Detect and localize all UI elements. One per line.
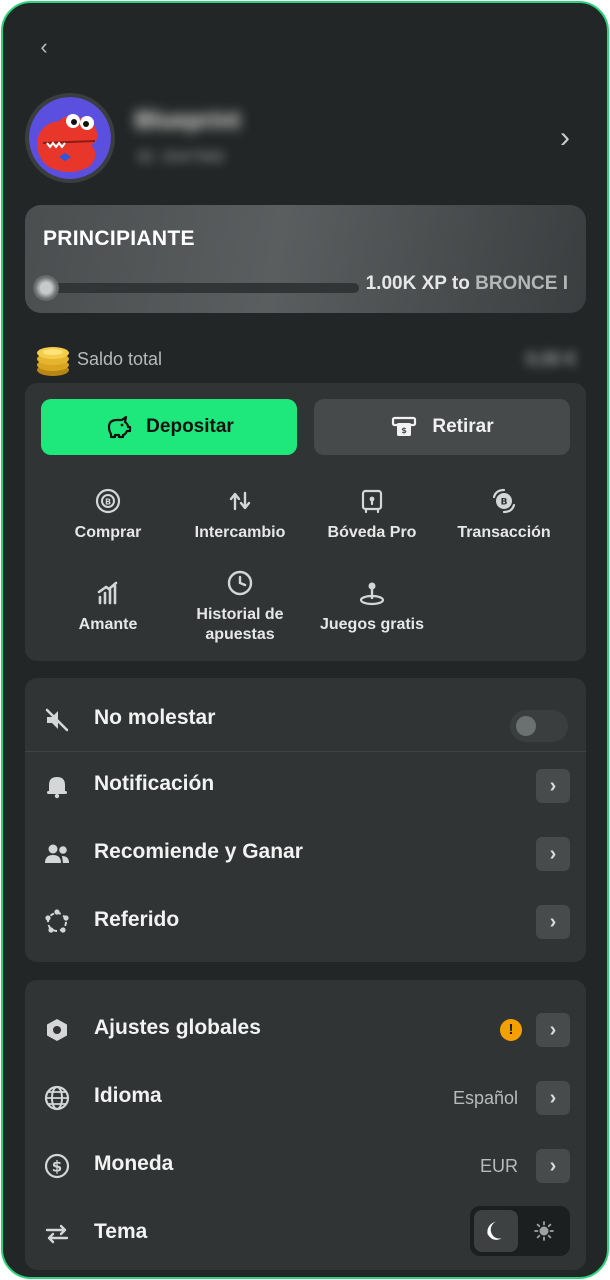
do-not-disturb-toggle[interactable] (510, 710, 568, 742)
moon-icon (487, 1221, 502, 1240)
settings-group-notifications: No molestar Notificación › Recomiende y … (25, 678, 586, 962)
swap-arrows-icon (229, 491, 251, 511)
hexagon-settings-icon (47, 1019, 67, 1041)
row-label: Recomiende y Ganar (94, 840, 303, 863)
balance-row: Saldo total 0,00 € (35, 341, 580, 379)
row-currency[interactable]: $ Moneda EUR › (25, 1132, 586, 1200)
sun-icon (534, 1221, 554, 1241)
row-label: Tema (94, 1220, 148, 1243)
globe-icon (44, 1085, 70, 1111)
swap-horizontal-icon (45, 1224, 69, 1244)
action-label: Juegos gratis (319, 616, 425, 633)
row-theme: Tema (25, 1202, 586, 1270)
svg-text:$: $ (52, 1158, 62, 1176)
xp-progress-knob (33, 275, 59, 301)
wallet-card: Depositar $ Retirar B Comprar Intercambi… (25, 383, 586, 661)
row-global-settings[interactable]: Ajustes globales ! › (25, 996, 586, 1064)
vault-icon (361, 489, 383, 514)
action-buy[interactable]: B Comprar (43, 487, 173, 543)
clock-icon (227, 570, 253, 596)
svg-text:$: $ (402, 426, 408, 435)
joystick-icon (359, 582, 385, 606)
xp-remaining: 1.00K XP to BRONCE I (366, 273, 568, 295)
profile-menu-panel: ‹ Blueprint ID: 3347560 › PRINCIPIANTE 1… (1, 1, 609, 1279)
action-label: Amante (78, 616, 138, 633)
row-label: Moneda (94, 1152, 174, 1175)
gold-coins-icon (37, 347, 69, 376)
row-referral[interactable]: Referido › (25, 888, 586, 956)
settings-group-preferences: Ajustes globales ! › Idioma Español › $ … (25, 980, 586, 1270)
bar-chart-icon (97, 581, 118, 605)
action-free-games[interactable]: Juegos gratis (307, 579, 437, 635)
chevron-right-icon[interactable]: › (536, 1081, 570, 1115)
chevron-right-icon[interactable]: › (536, 1013, 570, 1047)
chevron-right-icon[interactable]: › (536, 769, 570, 803)
action-swap[interactable]: Intercambio (175, 487, 305, 543)
avatar[interactable] (25, 93, 115, 183)
xp-target-level: BRONCE I (475, 273, 568, 294)
balance-label: Saldo total (77, 349, 163, 369)
username: Blueprint (135, 107, 241, 134)
back-button[interactable]: ‹ (33, 33, 55, 61)
users-icon (45, 844, 69, 863)
row-do-not-disturb: No molestar (25, 686, 586, 754)
withdraw-button[interactable]: $ Retirar (314, 399, 570, 455)
row-label: Ajustes globales (94, 1016, 261, 1039)
deposit-label: Depositar (146, 416, 234, 437)
dollar-icon: $ (44, 1153, 70, 1179)
action-bet-history[interactable]: Historial de apuestas (175, 569, 305, 645)
chevron-right-icon[interactable]: › (536, 837, 570, 871)
chevron-right-icon[interactable]: › (536, 905, 570, 939)
warning-badge: ! (500, 1019, 522, 1041)
row-refer-earn[interactable]: Recomiende y Ganar › (25, 820, 586, 888)
deposit-button[interactable]: Depositar (41, 399, 297, 455)
piggy-bank-icon (104, 413, 132, 441)
action-label: Bóveda Pro (327, 524, 417, 541)
chevron-right-icon[interactable]: › (553, 121, 577, 154)
balance-value: 0,00 € (525, 349, 576, 369)
mute-icon (45, 708, 69, 732)
svg-text:B: B (501, 498, 508, 508)
xp-progress-bar (41, 283, 359, 293)
row-label: Notificación (94, 772, 215, 795)
row-label: Idioma (94, 1084, 162, 1107)
action-lover[interactable]: Amante (43, 579, 173, 635)
coin-buy-icon: B (95, 488, 121, 514)
vip-level-card[interactable]: PRINCIPIANTE 1.00K XP to BRONCE I (25, 205, 586, 313)
svg-text:B: B (105, 498, 111, 507)
network-icon (45, 909, 69, 933)
dark-theme-button[interactable] (474, 1210, 518, 1252)
row-label: Referido (94, 908, 180, 931)
bell-icon (47, 777, 67, 799)
action-label: Intercambio (194, 524, 286, 541)
light-theme-button[interactable] (522, 1210, 566, 1252)
transaction-icon: B (492, 488, 516, 514)
chevron-left-icon: ‹ (40, 34, 48, 59)
action-transaction[interactable]: B Transacción (439, 487, 569, 543)
action-label: Transacción (457, 524, 551, 541)
profile-header[interactable]: Blueprint ID: 3347560 › (25, 93, 585, 183)
language-value: Español (452, 1088, 518, 1108)
action-label: Historial de apuestas (196, 606, 284, 643)
action-label: Comprar (74, 524, 142, 541)
action-vault[interactable]: Bóveda Pro (307, 487, 437, 543)
row-label: No molestar (94, 706, 216, 729)
level-name: PRINCIPIANTE (43, 227, 195, 250)
xp-amount: 1.00K XP to (365, 273, 470, 294)
theme-switch (470, 1206, 570, 1256)
row-notifications[interactable]: Notificación › (25, 752, 586, 820)
user-id: ID: 3347560 (137, 149, 225, 166)
withdraw-label: Retirar (432, 416, 494, 437)
crocodile-avatar-icon (29, 97, 111, 179)
chevron-right-icon[interactable]: › (536, 1149, 570, 1183)
atm-withdraw-icon: $ (390, 413, 418, 441)
currency-value: EUR (479, 1156, 518, 1176)
row-language[interactable]: Idioma Español › (25, 1064, 586, 1132)
